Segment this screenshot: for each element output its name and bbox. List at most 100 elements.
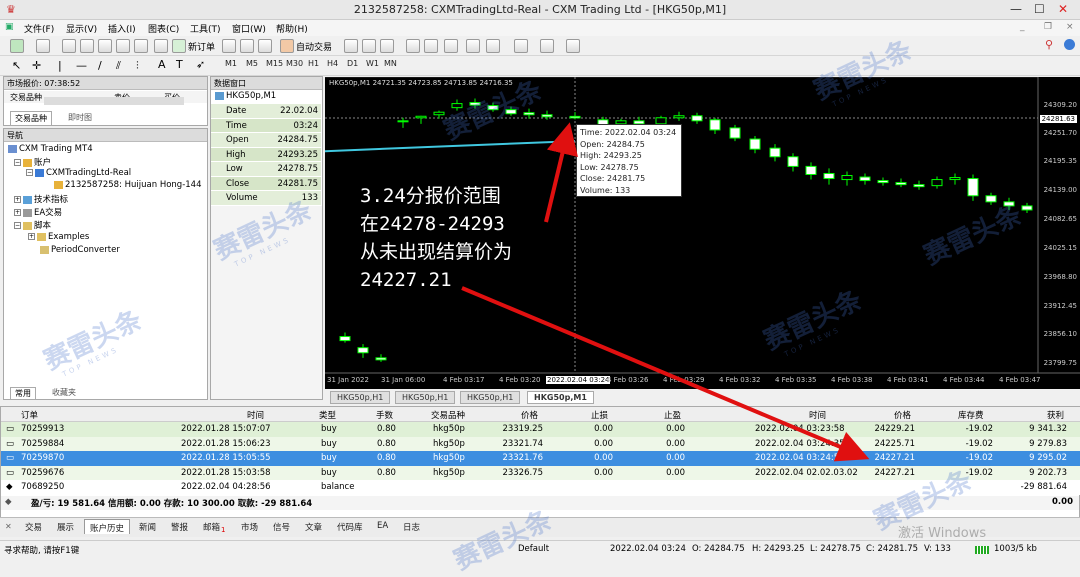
col-type[interactable]: 类型	[319, 409, 336, 421]
timeframe-d1[interactable]: D1	[347, 59, 358, 68]
trendline-icon[interactable]: /	[98, 59, 102, 72]
search-icon[interactable]: ⚲	[1045, 38, 1053, 51]
crosshair-icon[interactable]: ✛	[32, 59, 41, 72]
data-window-icon[interactable]	[80, 39, 94, 53]
tab-experts[interactable]: EA	[372, 519, 393, 534]
col-open-time[interactable]: 时间	[247, 409, 264, 421]
history-row[interactable]: ▭ 70259870 2022.01.28 15:05:55 buy 0.80 hkg50…	[1, 451, 1080, 466]
bar-chart-icon[interactable]	[344, 39, 358, 53]
tab-articles[interactable]: 文章	[300, 519, 327, 534]
close-button[interactable]: ✕	[1058, 2, 1068, 16]
chart-tab-active[interactable]: HKG50p,M1	[527, 391, 594, 404]
expand-icon[interactable]: +	[14, 196, 21, 203]
timeframe-m15[interactable]: M15	[266, 59, 283, 68]
col-order[interactable]: 订单	[21, 409, 38, 421]
autoscroll-icon[interactable]	[486, 39, 500, 53]
minimize-button[interactable]: —	[1010, 2, 1022, 16]
tab-signals[interactable]: 信号	[268, 519, 295, 534]
candlesticks-icon[interactable]	[362, 39, 376, 53]
nav-server[interactable]: − CXMTradingLtd-Real	[26, 168, 131, 178]
tab-tick-chart[interactable]: 即时图	[64, 111, 96, 124]
text-icon[interactable]: A	[158, 58, 166, 71]
timeframe-m5[interactable]: M5	[246, 59, 258, 68]
menu-file[interactable]: 文件(F)	[24, 22, 54, 35]
cursor-icon[interactable]: ↖	[12, 59, 21, 72]
menu-window[interactable]: 窗口(W)	[232, 22, 266, 35]
tab-code-base[interactable]: 代码库	[332, 519, 368, 534]
col-close-time[interactable]: 时间	[809, 409, 826, 421]
chart-tab[interactable]: HKG50p,H1	[460, 391, 521, 404]
tab-common[interactable]: 常用	[10, 387, 36, 400]
col-symbol[interactable]: 交易品种	[10, 92, 42, 103]
collapse-icon[interactable]: −	[26, 169, 33, 176]
horizontal-line-icon[interactable]: —	[76, 59, 87, 72]
auto-trading-button[interactable]: 自动交易	[296, 40, 332, 53]
tab-market[interactable]: 市场	[236, 519, 263, 534]
tab-trade[interactable]: 交易	[20, 519, 47, 534]
history-row[interactable]: ▭ 70259913 2022.01.28 15:07:07 buy 0.80 hkg50…	[1, 422, 1080, 437]
menu-charts[interactable]: 图表(C)	[148, 22, 179, 35]
new-chart-icon[interactable]	[10, 39, 24, 53]
expand-icon[interactable]: +	[28, 233, 35, 240]
collapse-icon[interactable]: −	[14, 222, 21, 229]
history-row[interactable]: ▭ 70259676 2022.01.28 15:03:58 buy 0.80 hkg50…	[1, 465, 1080, 480]
timeframe-m30[interactable]: M30	[286, 59, 303, 68]
channel-icon[interactable]: ⫽	[116, 59, 121, 73]
timeframe-m1[interactable]: M1	[225, 59, 237, 68]
label-icon[interactable]: T	[176, 58, 183, 71]
history-row[interactable]: ◆ 70689250 2022.02.04 04:28:56 balance -29 8…	[1, 480, 1080, 495]
col-tp[interactable]: 止盈	[664, 409, 681, 421]
tab-news[interactable]: 新闻	[134, 519, 161, 534]
col-size[interactable]: 手数	[376, 409, 393, 421]
nav-examples[interactable]: + Examples	[28, 232, 89, 242]
timeframe-w1[interactable]: W1	[366, 59, 379, 68]
col-price[interactable]: 价格	[521, 409, 538, 421]
vertical-line-icon[interactable]: |	[58, 59, 62, 72]
indicators-icon[interactable]	[514, 39, 528, 53]
periods-icon[interactable]	[540, 39, 554, 53]
nav-experts[interactable]: + EA交易	[14, 206, 62, 218]
strategy-tester-icon[interactable]	[134, 39, 148, 53]
col-symbol[interactable]: 交易品种	[431, 409, 465, 421]
settings-icon[interactable]	[258, 39, 272, 53]
col-sl[interactable]: 止损	[591, 409, 608, 421]
tab-favorites[interactable]: 收藏夹	[48, 387, 80, 398]
chart-shift-icon[interactable]	[466, 39, 480, 53]
zoom-out-icon[interactable]	[424, 39, 438, 53]
expand-icon[interactable]: +	[14, 209, 21, 216]
menu-help[interactable]: 帮助(H)	[276, 22, 308, 35]
tab-alerts[interactable]: 警报	[166, 519, 193, 534]
chart-tab[interactable]: HKG50p,H1	[330, 391, 391, 404]
tab-exposure[interactable]: 展示	[52, 519, 79, 534]
col-swap[interactable]: 库存费	[958, 409, 984, 421]
child-close-button[interactable]: ×	[1066, 22, 1074, 32]
terminal-close-icon[interactable]: ✕	[5, 522, 12, 531]
nav-scripts[interactable]: − 脚本	[14, 219, 51, 231]
history-center-icon[interactable]	[154, 39, 168, 53]
maximize-button[interactable]: ☐	[1034, 2, 1045, 16]
nav-indicators[interactable]: + 技术指标	[14, 193, 68, 205]
nav-period-converter[interactable]: PeriodConverter	[40, 245, 120, 255]
col-profit[interactable]: 获利	[1047, 409, 1064, 421]
terminal-icon[interactable]	[116, 39, 130, 53]
nav-account-item[interactable]: 2132587258: Huijuan Hong-144	[54, 180, 202, 190]
history-row[interactable]: ▭ 70259884 2022.01.28 15:06:23 buy 0.80 hkg50…	[1, 436, 1080, 451]
nav-root[interactable]: CXM Trading MT4	[8, 144, 93, 154]
metaeditor-icon[interactable]	[222, 39, 236, 53]
line-chart-icon[interactable]	[380, 39, 394, 53]
options-icon[interactable]	[240, 39, 254, 53]
arrows-icon[interactable]: ➶	[196, 58, 205, 71]
menu-tools[interactable]: 工具(T)	[190, 22, 221, 35]
timeframe-mn[interactable]: MN	[384, 59, 397, 68]
zoom-in-icon[interactable]	[406, 39, 420, 53]
auto-trading-icon[interactable]	[280, 39, 294, 53]
fibonacci-icon[interactable]: ⫶	[136, 59, 139, 73]
tile-windows-icon[interactable]	[444, 39, 458, 53]
timeframe-h1[interactable]: H1	[308, 59, 319, 68]
profiles-icon[interactable]	[36, 39, 50, 53]
new-order-icon[interactable]	[172, 39, 186, 53]
col-close-price[interactable]: 价格	[894, 409, 911, 421]
child-minimize-button[interactable]: _	[1020, 22, 1025, 32]
templates-icon[interactable]	[566, 39, 580, 53]
collapse-icon[interactable]: −	[14, 159, 21, 166]
